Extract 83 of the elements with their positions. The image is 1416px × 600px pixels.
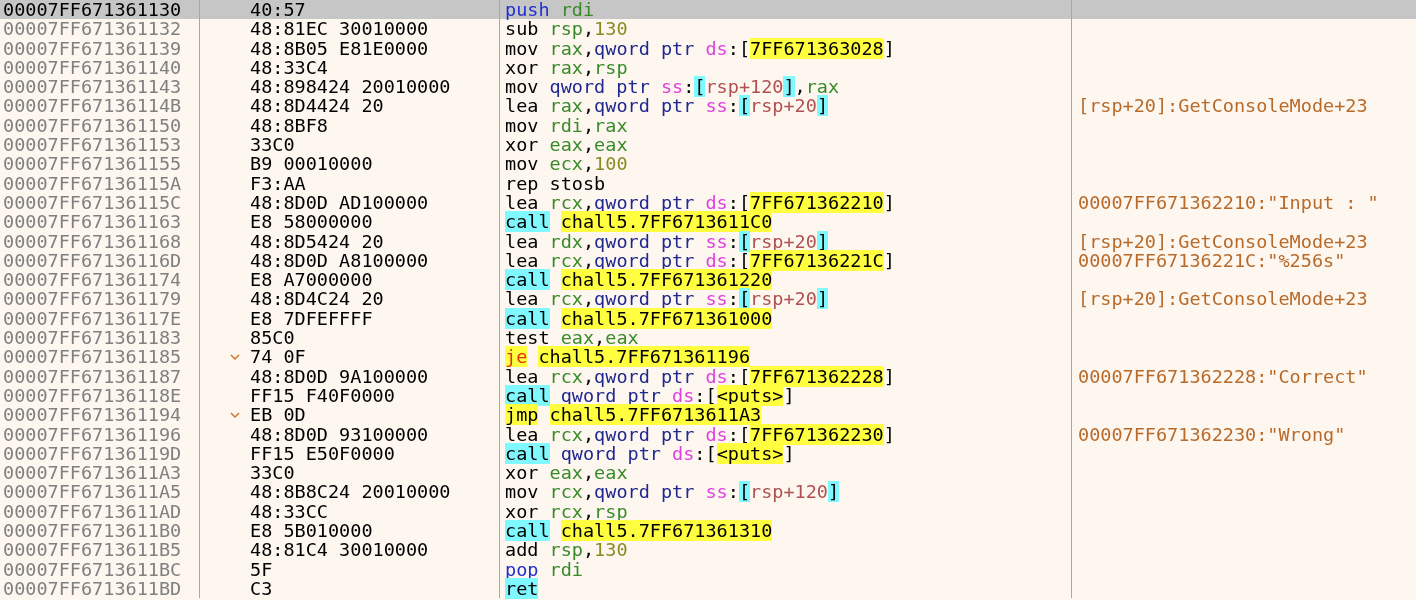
bytes-text: 48:8B8C24 20010000 (250, 482, 451, 502)
bytes-text: 33C0 (250, 135, 295, 155)
address-text: 00007FF671361179 (3, 288, 182, 310)
bytes-text: 48:8D0D A8100000 (250, 250, 429, 271)
instruction-text: jmp chall5.7FF6713611A3 (505, 404, 762, 426)
bytes-text: C3 (250, 578, 273, 599)
address-text: 00007FF671361194 (3, 404, 182, 426)
address-text: 00007FF671361140 (3, 56, 182, 78)
bytes-text: 85C0 (250, 328, 295, 348)
bytes-text: E8 5B010000 (250, 521, 373, 541)
bytes-text: 74 0F (250, 347, 306, 367)
instruction-text: ret (505, 577, 539, 599)
instruction-text: call chall5.7FF671361220 (505, 269, 773, 291)
address-text: 00007FF67136119D (3, 442, 182, 464)
address-text: 00007FF671361168 (3, 230, 182, 252)
instruction-text: lea rcx,qword ptr ss:[rsp+20] (505, 288, 828, 310)
bytes-text: 48:8D4C24 20 (250, 289, 384, 309)
address-text: 00007FF6713611B5 (3, 539, 182, 561)
address-text: 00007FF671361185 (3, 346, 182, 368)
address-text: 00007FF671361132 (3, 18, 182, 40)
address-text: 00007FF6713611BC (3, 558, 182, 580)
address-text: 00007FF671361183 (3, 327, 182, 349)
address-text: 00007FF67136116D (3, 249, 182, 271)
instruction-text: je chall5.7FF671361196 (505, 346, 751, 368)
address-text: 00007FF671361130 (3, 0, 182, 20)
address-text: 00007FF67136118E (3, 384, 182, 406)
bytes-text: 48:81EC 30010000 (250, 19, 429, 39)
address-text: 00007FF67136117E (3, 307, 182, 329)
instruction-text: call chall5.7FF6713611C0 (505, 211, 773, 233)
address-text: 00007FF67136115A (3, 172, 182, 194)
address-text: 00007FF671361174 (3, 269, 182, 291)
bytes-text: 33C0 (250, 463, 295, 483)
address-text: 00007FF671361139 (3, 37, 182, 59)
comment-text: 00007FF671362210:"Input : " (1078, 191, 1379, 213)
bytes-text: 48:898424 20010000 (250, 77, 451, 97)
comment-text: 00007FF671362228:"Correct" (1078, 365, 1368, 387)
bytes-text: E8 58000000 (250, 212, 373, 232)
bytes-text: 48:33C4 (250, 57, 328, 78)
address-text: 00007FF671361187 (3, 365, 182, 387)
instruction-text: mov rcx,qword ptr ss:[rsp+120] (505, 481, 840, 503)
address-text: 00007FF671361143 (3, 76, 182, 98)
bytes-text: 48:81C4 30010000 (250, 540, 429, 560)
bytes-text: EB 0D (250, 405, 306, 425)
address-text: 00007FF671361150 (3, 114, 182, 136)
instruction-text: xor eax,eax (505, 134, 628, 156)
bytes-text: 48:8BF8 (250, 115, 328, 136)
address-text: 00007FF671361153 (3, 134, 182, 156)
bytes-text: 48:33CC (250, 501, 328, 521)
comment-text: [rsp+20]:GetConsoleMode+23 (1078, 230, 1368, 252)
address-text: 00007FF671361196 (3, 423, 182, 445)
bytes-text: F3:AA (250, 173, 306, 193)
bytes-text: 40:57 (250, 0, 306, 20)
instruction-text: mov ecx,100 (505, 153, 628, 175)
instruction-text: test eax,eax (505, 327, 639, 349)
comment-text: [rsp+20]:GetConsoleMode+23 (1078, 95, 1368, 117)
bytes-text: B9 00010000 (250, 154, 373, 174)
instruction-text: rep stosb (505, 172, 606, 194)
instruction-text: call chall5.7FF671361000 (505, 307, 773, 329)
bytes-text: E8 7DFEFFFF (250, 308, 373, 329)
address-text: 00007FF6713611BD (3, 577, 182, 599)
address-text: 00007FF671361163 (3, 211, 182, 233)
address-text: 00007FF671361155 (3, 153, 182, 175)
address-text: 00007FF6713611A5 (3, 481, 182, 503)
bytes-text: FF15 F40F0000 (250, 385, 395, 406)
address-text: 00007FF67136115C (3, 191, 182, 213)
bytes-text: FF15 E50F0000 (250, 443, 395, 464)
address-text: 00007FF6713611AD (3, 500, 182, 522)
comment-text: [rsp+20]:GetConsoleMode+23 (1078, 288, 1368, 310)
bytes-text: E8 A7000000 (250, 270, 373, 290)
instruction-text: push rdi (505, 0, 595, 20)
bytes-text: 48:8D5424 20 (250, 231, 384, 251)
bytes-text: 48:8B05 E81E0000 (250, 38, 429, 58)
comment-text: 00007FF671362230:"Wrong" (1078, 423, 1346, 445)
address-text: 00007FF6713611A3 (3, 462, 182, 484)
address-text: 00007FF67136114B (3, 95, 182, 117)
bytes-text: 5F (250, 559, 273, 579)
instruction-text: call chall5.7FF671361310 (505, 520, 773, 541)
bytes-text: 48:8D0D 9A100000 (250, 366, 429, 386)
bytes-text: 48:8D4424 20 (250, 96, 384, 116)
instruction-text: add rsp,130 (505, 539, 628, 561)
address-text: 00007FF6713611B0 (3, 520, 182, 541)
bytes-text: 48:8D0D AD100000 (250, 192, 429, 213)
bytes-text: 48:8D0D 93100000 (250, 424, 429, 444)
